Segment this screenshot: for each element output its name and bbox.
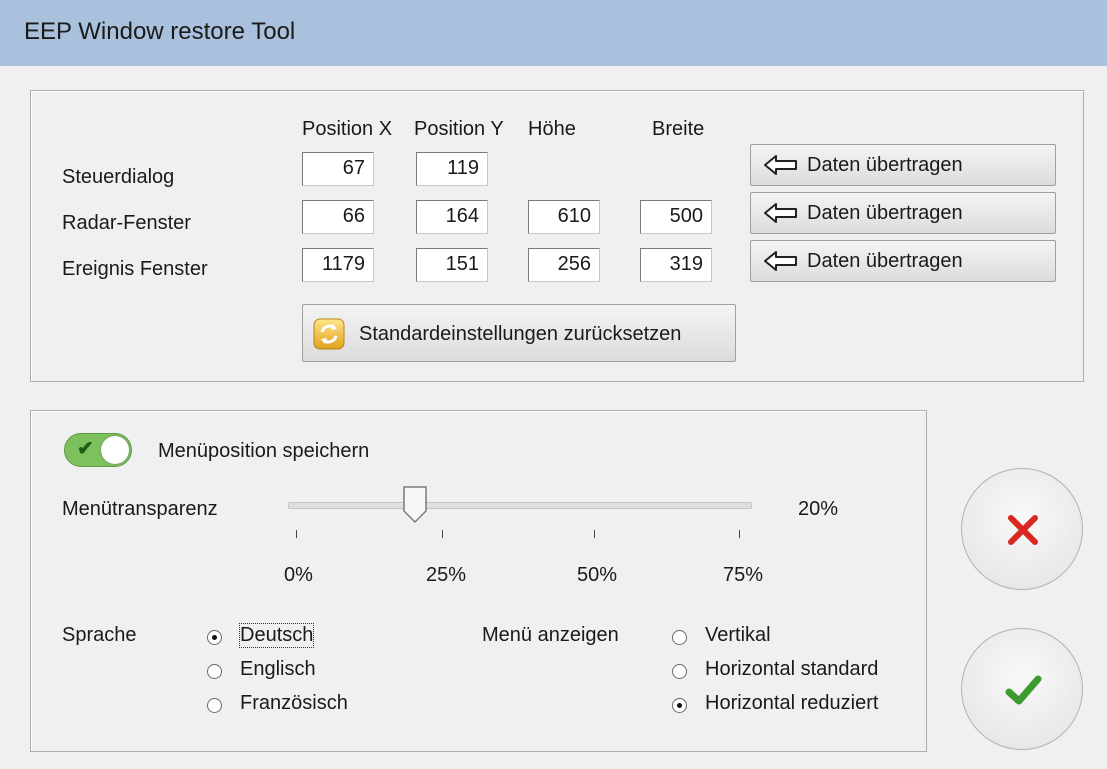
toggle-knob [101,436,129,464]
transparency-slider-track[interactable] [288,502,752,509]
menu-display-radio-vertikal[interactable] [672,630,687,645]
radar-position-y-field[interactable]: 164 [416,200,488,234]
steuerdialog-position-y-field[interactable]: 119 [416,152,488,186]
transfer-button-label: Daten übertragen [807,154,963,176]
ereignis-height-field[interactable]: 256 [528,248,600,282]
radar-width-field[interactable]: 500 [640,200,712,234]
save-menu-position-toggle[interactable]: ✔ [64,433,132,467]
tick-label-50: 50% [577,564,618,586]
header-height: Höhe [528,118,576,140]
tick-label-25: 25% [426,564,467,586]
ereignis-transfer-button[interactable]: Daten übertragen [750,240,1056,282]
row-label-ereignis-fenster: Ereignis Fenster [62,258,208,280]
ereignis-width-field[interactable]: 319 [640,248,712,282]
slider-tick [296,530,297,538]
language-option-franzoesisch[interactable]: Französisch [240,692,348,715]
reset-defaults-button[interactable]: Standardeinstellungen zurücksetzen [302,304,736,362]
reset-button-label: Standardeinstellungen zurücksetzen [359,323,682,345]
radar-transfer-button[interactable]: Daten übertragen [750,192,1056,234]
language-label: Sprache [62,624,137,646]
menu-display-option-horizontal-reduziert[interactable]: Horizontal reduziert [705,692,878,715]
slider-tick [594,530,595,538]
radar-height-field[interactable]: 610 [528,200,600,234]
window-title: EEP Window restore Tool [24,18,296,45]
arrow-left-icon [763,154,799,182]
check-icon: ✔ [77,438,94,460]
tick-label-0: 0% [284,564,313,586]
steuerdialog-position-x-field[interactable]: 67 [302,152,374,186]
menu-display-radio-horizontal-reduziert[interactable] [672,698,687,713]
language-radio-deutsch[interactable] [207,630,222,645]
header-position-x: Position X [302,118,393,140]
arrow-left-icon [763,250,799,278]
save-menu-position-label: Menüposition speichern [158,440,370,462]
refresh-icon [313,318,345,356]
language-option-deutsch[interactable]: Deutsch [238,623,315,648]
language-radio-englisch[interactable] [207,664,222,679]
row-label-steuerdialog: Steuerdialog [62,166,175,188]
language-radio-franzoesisch[interactable] [207,698,222,713]
steuerdialog-transfer-button[interactable]: Daten übertragen [750,144,1056,186]
slider-tick [442,530,443,538]
ok-button[interactable] [961,628,1083,750]
cancel-button[interactable] [961,468,1083,590]
transfer-button-label: Daten übertragen [807,202,963,224]
ereignis-position-y-field[interactable]: 151 [416,248,488,282]
transparency-label: Menütransparenz [62,498,218,520]
transparency-slider-thumb[interactable] [402,485,428,530]
menu-display-option-horizontal-standard[interactable]: Horizontal standard [705,658,878,681]
menu-display-option-vertikal[interactable]: Vertikal [705,624,771,647]
row-label-radar-fenster: Radar-Fenster [62,212,191,234]
header-position-y: Position Y [414,118,504,140]
radar-position-x-field[interactable]: 66 [302,200,374,234]
tick-label-75: 75% [723,564,764,586]
transparency-value: 20% [798,498,839,520]
header-width: Breite [652,118,705,140]
language-option-englisch[interactable]: Englisch [240,658,316,681]
arrow-left-icon [763,202,799,230]
green-check-icon [1005,675,1042,705]
title-bar: EEP Window restore Tool [0,0,1107,67]
ereignis-position-x-field[interactable]: 1179 [302,248,374,282]
red-x-icon [1008,515,1038,545]
slider-tick [739,530,740,538]
menu-display-radio-horizontal-standard[interactable] [672,664,687,679]
transfer-button-label: Daten übertragen [807,250,963,272]
menu-display-label: Menü anzeigen [482,624,619,646]
